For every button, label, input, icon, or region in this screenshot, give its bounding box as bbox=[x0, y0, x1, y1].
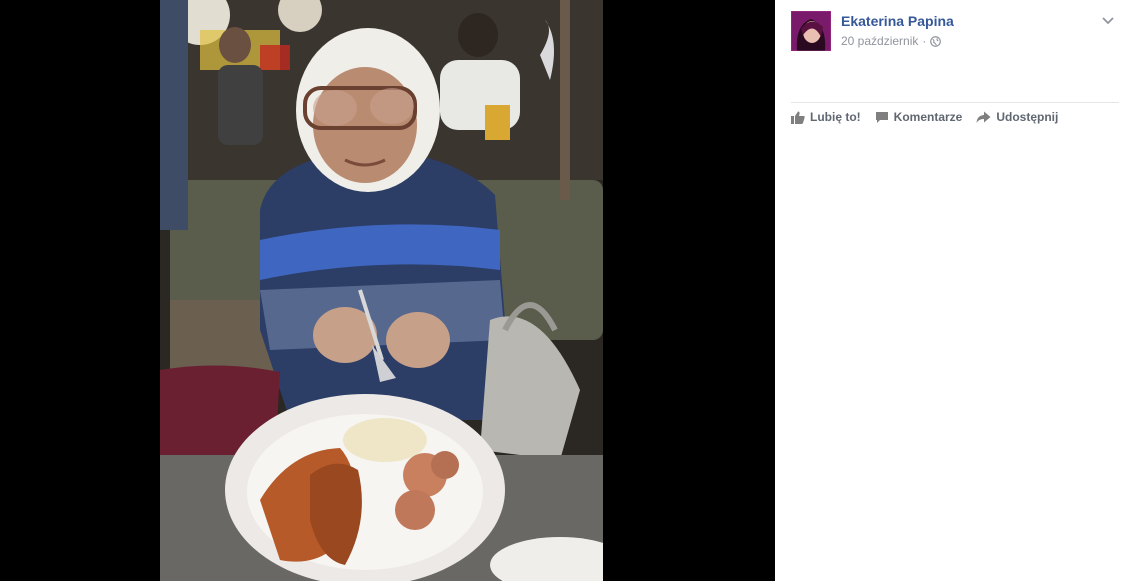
public-globe-icon[interactable] bbox=[930, 35, 942, 47]
share-button[interactable]: Udostępnij bbox=[976, 110, 1058, 124]
share-arrow-icon bbox=[976, 111, 991, 123]
thumbs-up-icon bbox=[791, 111, 805, 124]
like-button[interactable]: Lubię to! bbox=[791, 110, 861, 124]
post-meta: 20 październik · bbox=[841, 34, 942, 48]
comment-button[interactable]: Komentarze bbox=[875, 110, 963, 124]
photo-scene bbox=[160, 0, 603, 581]
author-name-link[interactable]: Ekaterina Papina bbox=[841, 13, 954, 29]
chevron-down-icon[interactable] bbox=[1101, 13, 1115, 27]
share-label: Udostępnij bbox=[996, 110, 1059, 124]
meta-separator: · bbox=[922, 34, 927, 48]
avatar-image bbox=[791, 11, 831, 51]
avatar[interactable] bbox=[791, 11, 831, 51]
speech-bubble-icon bbox=[875, 111, 888, 123]
post-photo[interactable] bbox=[160, 0, 603, 581]
like-label: Lubię to! bbox=[810, 110, 861, 124]
comment-label: Komentarze bbox=[893, 110, 963, 124]
photo-viewer bbox=[0, 0, 775, 581]
post-sidebar: Ekaterina Papina 20 październik · Lubię … bbox=[775, 0, 1129, 581]
post-date-link[interactable]: 20 październik bbox=[841, 34, 918, 48]
divider bbox=[791, 102, 1119, 103]
post-actions: Lubię to! Komentarze Udostępnij bbox=[791, 110, 1058, 124]
